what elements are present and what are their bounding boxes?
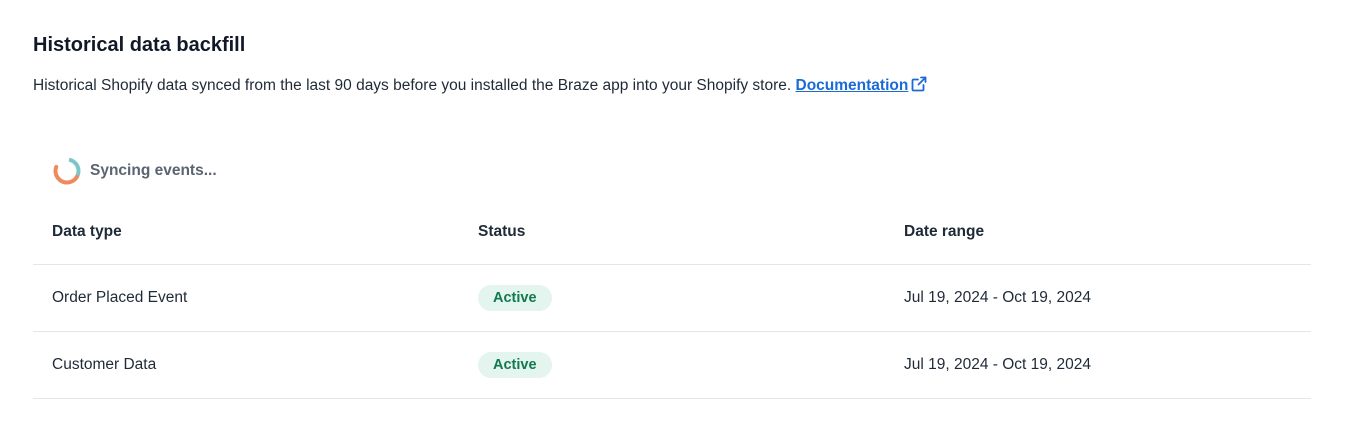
status-badge: Active <box>478 352 552 378</box>
documentation-link-label[interactable]: Documentation <box>796 77 909 94</box>
date-range-cell: Jul 19, 2024 - Oct 19, 2024 <box>904 289 1091 306</box>
table-header-row: Data type Status Date range <box>33 200 1311 265</box>
description-text: Historical Shopify data synced from the … <box>33 77 792 94</box>
table-row: Order Placed Event Active Jul 19, 2024 -… <box>33 265 1311 332</box>
sync-status: Syncing events... <box>52 156 217 186</box>
date-range-cell: Jul 19, 2024 - Oct 19, 2024 <box>904 356 1091 373</box>
status-cell: Active <box>478 332 552 398</box>
data-type-cell: Customer Data <box>52 356 157 373</box>
column-header-status: Status <box>478 223 526 240</box>
section-title: Historical data backfill <box>33 34 246 56</box>
data-type-cell: Order Placed Event <box>52 289 188 306</box>
table-row: Customer Data Active Jul 19, 2024 - Oct … <box>33 332 1311 399</box>
documentation-link[interactable]: Documentation <box>796 76 928 97</box>
external-link-icon[interactable] <box>911 76 927 97</box>
section-description: Historical Shopify data synced from the … <box>33 76 927 97</box>
status-cell: Active <box>478 265 552 331</box>
column-header-date-range: Date range <box>904 223 985 240</box>
loading-spinner-icon <box>52 156 82 186</box>
column-header-data-type: Data type <box>52 223 122 240</box>
status-badge: Active <box>478 285 552 311</box>
sync-status-label: Syncing events... <box>90 162 217 179</box>
backfill-table: Data type Status Date range Order Placed… <box>33 200 1311 399</box>
